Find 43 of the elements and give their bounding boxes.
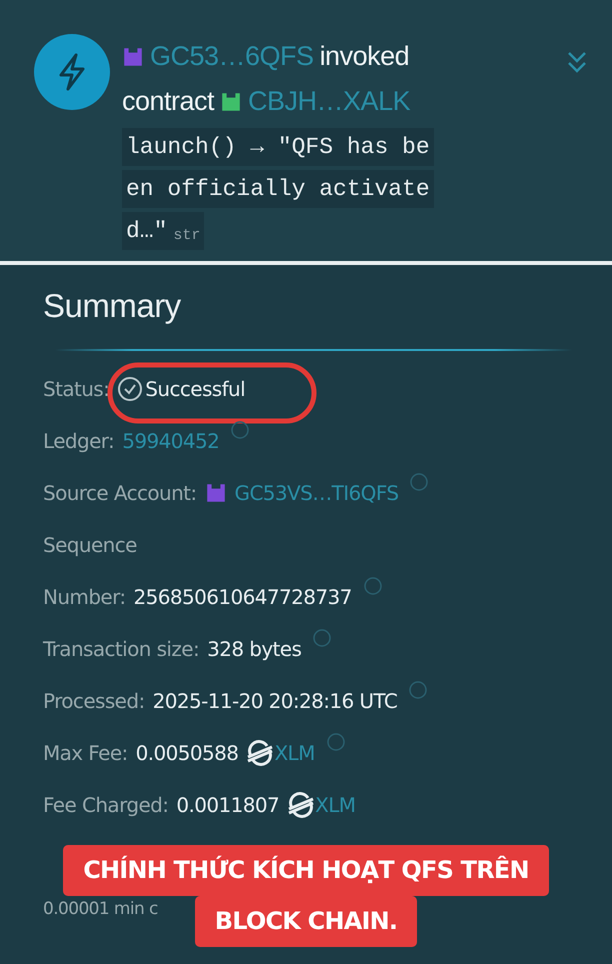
help-icon[interactable] — [410, 473, 428, 491]
field-label: Ledger: — [43, 429, 114, 453]
ledger-link[interactable]: 59940452 — [122, 429, 220, 453]
field-label: Source Account: — [43, 481, 197, 505]
contract-link[interactable]: CBJH…XALK — [248, 86, 410, 117]
lumens-icon — [246, 740, 274, 766]
help-icon[interactable] — [326, 733, 345, 751]
account-avatar-icon — [122, 46, 144, 68]
field-label: Sequence — [43, 533, 137, 557]
help-icon[interactable] — [409, 681, 428, 699]
field-value: 328 bytes — [207, 637, 302, 661]
field-label: Number: — [43, 585, 126, 609]
field-label: Max Fee: — [43, 741, 128, 765]
code-text: launch() → "QFS has be — [122, 128, 434, 166]
field-value: 0.0011807 — [176, 793, 280, 817]
check-circle-icon — [117, 376, 144, 402]
type-tag: str — [173, 227, 200, 244]
asset-link[interactable]: XLM — [274, 741, 315, 765]
asset-link[interactable]: XLM — [315, 793, 356, 817]
field-value: 0.0050588 — [136, 741, 238, 765]
account-avatar-icon — [204, 482, 227, 504]
help-icon[interactable] — [313, 629, 332, 647]
operation-text: contract — [122, 86, 214, 117]
status-value: Successful — [145, 377, 246, 401]
field-label: Transaction size: — [43, 637, 200, 661]
field-label: Fee Charged: — [43, 793, 168, 817]
help-icon[interactable] — [231, 421, 250, 439]
field-label: Status: — [43, 377, 110, 401]
contract-avatar-icon — [220, 90, 242, 112]
operation-text: invoked — [320, 41, 410, 72]
code-text: d…" str — [122, 212, 204, 250]
field-value: 2025-11-20 20:28:16 UTC — [152, 689, 398, 713]
section-title: Summary — [43, 287, 182, 325]
note-text: 0.00001 min c — [43, 899, 158, 919]
account-link[interactable]: GC53…6QFS — [150, 41, 314, 72]
code-text: en officially activate — [122, 170, 434, 208]
field-label: Processed: — [43, 689, 145, 713]
lumens-icon — [287, 792, 316, 818]
field-value: 256850610647728737 — [134, 585, 352, 609]
help-icon[interactable] — [364, 577, 382, 595]
account-link[interactable]: GC53VS…TI6QFS — [234, 481, 398, 505]
caption-text: CHÍNH THỨC KÍCH HOẠT QFS TRÊN — [63, 845, 549, 896]
caption-text: BLOCK CHAIN. — [194, 896, 418, 947]
